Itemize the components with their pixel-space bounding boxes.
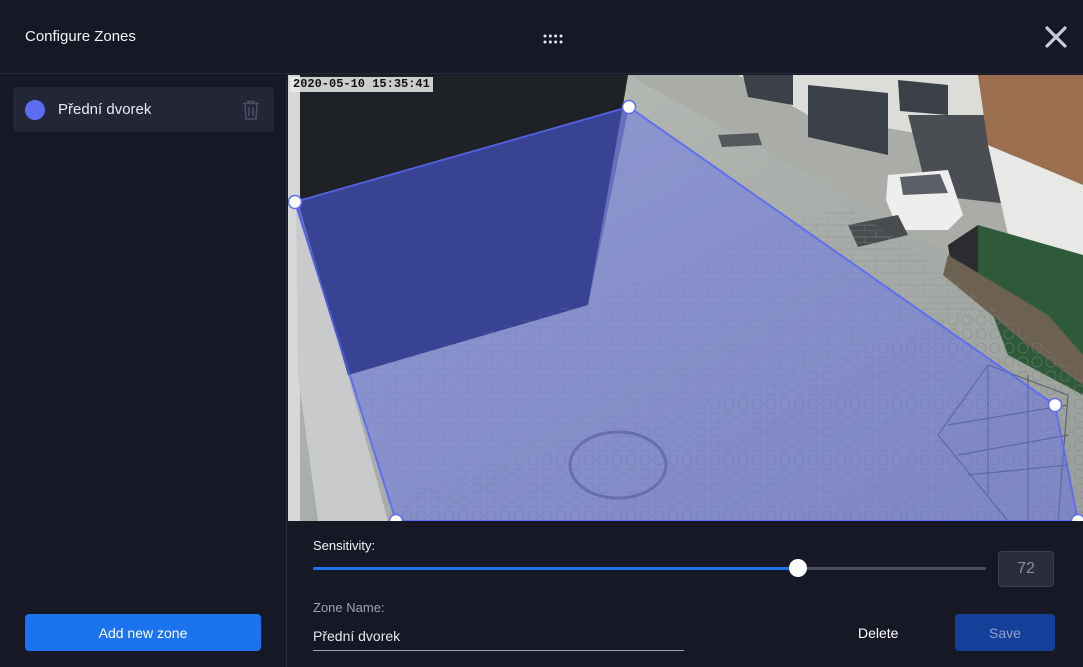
delete-button[interactable]: Delete [858,625,898,641]
zone-sidebar: Přední dvorek Add new zone [0,74,287,667]
zone-controls: Sensitivity: 72 Zone Name: Delete Save [288,521,1083,667]
configure-zones-dialog: Configure Zones Přední dvorek Add new zo… [0,0,1083,667]
zone-name-input[interactable] [313,622,684,651]
dialog-header: Configure Zones [0,0,1083,74]
save-button[interactable]: Save [955,614,1055,651]
slider-thumb[interactable] [788,559,807,577]
close-icon[interactable] [1042,23,1070,51]
sensitivity-label: Sensitivity: [313,538,376,553]
camera-timestamp: 2020-05-10 15:35:41 [290,77,433,92]
slider-fill [313,567,798,570]
drag-handle-icon[interactable] [543,31,563,44]
zone-vertex-handle[interactable] [288,194,303,210]
camera-scene [288,75,1083,521]
camera-preview[interactable]: 2020-05-10 15:35:41 [288,75,1083,521]
zone-vertex-handle[interactable] [621,99,637,115]
dialog-title: Configure Zones [25,28,136,45]
sensitivity-value-field[interactable]: 72 [998,551,1054,587]
zone-list-item-label: Přední dvorek [58,101,152,118]
zone-list-item[interactable]: Přední dvorek [13,87,274,132]
zone-vertex-handle[interactable] [1047,397,1063,413]
trash-icon[interactable] [241,99,261,121]
zone-name-label: Zone Name: [313,600,385,615]
sensitivity-slider[interactable] [313,558,986,578]
add-new-zone-button[interactable]: Add new zone [25,614,261,651]
zone-color-dot [25,100,45,120]
